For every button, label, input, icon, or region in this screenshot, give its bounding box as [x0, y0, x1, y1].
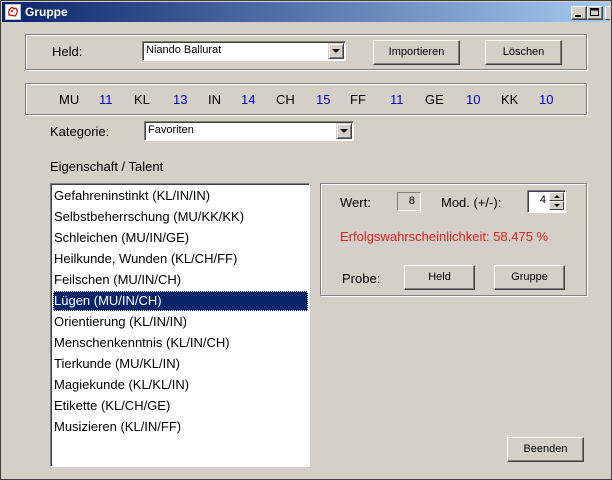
probe-group-button[interactable]: Gruppe: [494, 265, 565, 290]
chevron-down-icon: [332, 49, 340, 53]
title-bar[interactable]: Gruppe: [2, 2, 610, 22]
maximize-icon: [590, 8, 599, 16]
close-button[interactable]: Beenden: [507, 437, 584, 462]
attribute-value: 11: [390, 92, 404, 107]
list-item[interactable]: Etikette (KL/CH/GE): [53, 396, 308, 416]
attribute-name: IN: [208, 92, 221, 107]
chevron-up-icon: [554, 195, 560, 198]
list-item[interactable]: Gefahreninstinkt (KL/IN/IN): [53, 186, 308, 206]
chevron-down-icon: [340, 129, 348, 133]
category-label: Kategorie:: [50, 124, 110, 139]
spinner-up-button[interactable]: [549, 192, 564, 201]
list-item[interactable]: Tierkunde (MU/KL/IN): [53, 354, 308, 374]
attribute-name: FF: [350, 92, 366, 107]
minimize-icon: [575, 15, 581, 17]
attribute-name: KL: [134, 92, 150, 107]
app-icon: [5, 4, 21, 20]
category-select-value: Favoriten: [148, 124, 194, 136]
hero-label: Held:: [52, 44, 83, 59]
chevron-down-icon: [554, 204, 560, 207]
minimize-button[interactable]: [571, 6, 587, 20]
attribute-name: KK: [501, 92, 519, 107]
list-item[interactable]: Selbstbeherrschung (MU/KK/KK): [53, 207, 308, 227]
attribute-value: 14: [241, 92, 256, 107]
hero-select[interactable]: Niando Ballurat: [142, 41, 346, 61]
attribute-value: 10: [466, 92, 481, 107]
list-item[interactable]: Menschenkenntnis (KL/IN/CH): [53, 333, 308, 353]
value-label: Wert:: [340, 195, 371, 210]
attribute-value: 10: [539, 92, 554, 107]
list-item[interactable]: Heilkunde, Wunden (KL/CH/FF): [53, 249, 308, 269]
delete-button[interactable]: Löschen: [485, 40, 562, 65]
list-item[interactable]: Orientierung (KL/IN/IN): [53, 312, 308, 332]
probe-hero-button[interactable]: Held: [404, 265, 475, 290]
mod-value: 4: [539, 194, 546, 206]
gruppe-window: Gruppe Held: Niando Ballurat Importieren…: [0, 0, 612, 480]
window-title: Gruppe: [25, 5, 68, 19]
attribute-name: GE: [425, 92, 444, 107]
list-item-selected[interactable]: Lügen (MU/IN/CH): [53, 291, 308, 311]
list-item[interactable]: Magiekunde (KL/KL/IN): [53, 375, 308, 395]
attribute-value: 13: [173, 92, 188, 107]
import-button[interactable]: Importieren: [373, 40, 460, 65]
list-item[interactable]: Schleichen (MU/IN/GE): [53, 228, 308, 248]
hero-dropdown-button[interactable]: [328, 43, 344, 59]
attribute-value: 15: [316, 92, 331, 107]
value-field: 8: [397, 192, 421, 211]
attribute-name: CH: [276, 92, 295, 107]
attribute-value: 11: [99, 92, 113, 107]
spinner-down-button[interactable]: [549, 201, 564, 210]
category-dropdown-button[interactable]: [336, 123, 352, 139]
probe-label: Probe:: [342, 271, 381, 286]
talent-heading: Eigenschaft / Talent: [50, 159, 164, 174]
attribute-name: MU: [59, 92, 80, 107]
list-item[interactable]: Feilschen (MU/IN/CH): [53, 270, 308, 290]
mod-spinner[interactable]: 4: [527, 190, 566, 213]
close-window-button[interactable]: [605, 6, 610, 20]
list-item[interactable]: Musizieren (KL/IN/FF): [53, 417, 308, 437]
mod-label: Mod. (+/-):: [441, 195, 502, 210]
category-select[interactable]: Favoriten: [144, 121, 354, 141]
hero-select-value: Niando Ballurat: [146, 44, 222, 56]
success-probability: Erfolgswahrscheinlichkeit: 58.475 %: [340, 229, 549, 244]
maximize-button[interactable]: [587, 6, 603, 20]
talent-list[interactable]: Gefahreninstinkt (KL/IN/IN) Selbstbeherr…: [50, 183, 310, 467]
